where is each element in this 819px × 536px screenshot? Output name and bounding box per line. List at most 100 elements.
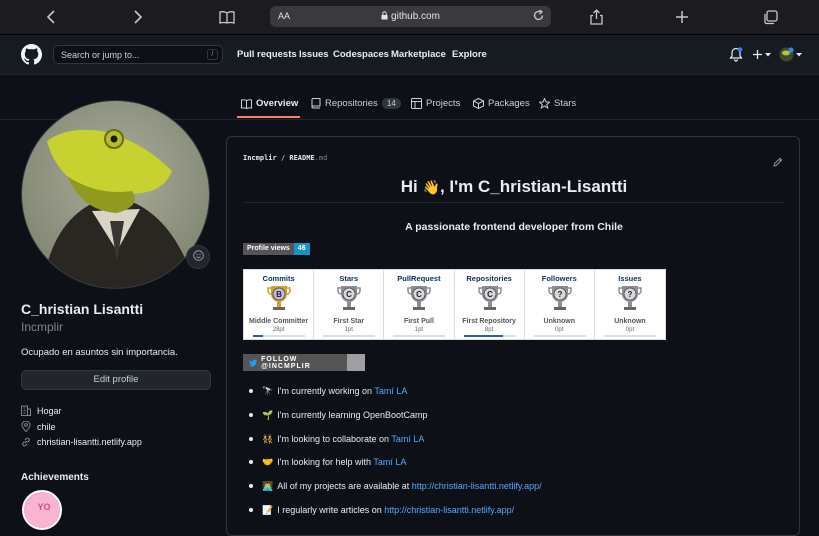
reload-icon[interactable] (532, 9, 545, 25)
bullet-emoji-icon: 📝 (262, 504, 274, 515)
trophy-rank: C (416, 290, 422, 299)
trophy-title: PullRequest (397, 274, 441, 283)
trophy-name: First Repository (462, 318, 516, 325)
new-tab-icon[interactable] (670, 6, 694, 28)
profile-location: chile (21, 421, 56, 432)
trophy-progress (253, 335, 305, 337)
readme-path: Incmplir / README.md (243, 154, 327, 162)
trophy-points: 1pt (344, 327, 353, 333)
trophy-title: Followers (541, 274, 577, 283)
trophy-name: Middle Committer (249, 318, 309, 325)
svg-text:YO: YO (37, 502, 50, 512)
tab-repositories[interactable]: Repositories 14 (311, 98, 401, 109)
package-icon (473, 98, 484, 109)
bullet-text: I'm currently learning OpenBootCamp (277, 409, 428, 420)
tabs-overview-icon[interactable] (758, 6, 782, 28)
list-item: 📝 I regularly write articles on http://ch… (249, 505, 789, 529)
table-icon (411, 98, 422, 109)
heading-greeting: Hi (400, 177, 423, 196)
list-item: 👯 I'm looking to collaborate on Tamí LA (249, 434, 789, 458)
profile-website[interactable]: christian-lisantti.netlify.app (21, 437, 142, 447)
back-icon[interactable] (39, 6, 63, 28)
tab-projects[interactable]: Projects (411, 98, 460, 109)
reader-aa[interactable]: AA (278, 11, 290, 21)
tab-repositories-label: Repositories (325, 98, 378, 109)
repo-icon (311, 98, 321, 109)
bullet-link[interactable]: http://christian-lisantti.netlify.app/ (384, 505, 514, 515)
bullet-emoji-icon: 👯 (262, 433, 274, 444)
github-trophies: Commits B Middle Committer 28pt Stars C First … (243, 269, 666, 340)
profile-views-count: 46 (293, 243, 310, 255)
path-separator: / (280, 154, 286, 162)
tab-packages[interactable]: Packages (473, 98, 530, 109)
readme-owner[interactable]: Incmplir (243, 154, 277, 162)
forward-icon[interactable] (126, 6, 150, 28)
trophy-progress (323, 335, 376, 337)
profile-username: Incmplir (21, 320, 64, 334)
browser-toolbar: AA github.com (0, 0, 819, 35)
trophy-progress (393, 335, 446, 337)
profile-avatar[interactable] (21, 100, 210, 289)
website-link[interactable]: christian-lisantti.netlify.app (37, 437, 142, 447)
create-new-icon[interactable] (752, 49, 771, 60)
wave-icon: 👋 (422, 179, 440, 195)
trophy-points: 8pt (484, 327, 494, 333)
readme-subtitle: A passionate frontend developer from Chi… (405, 221, 623, 233)
notifications-icon[interactable] (729, 47, 743, 67)
tab-packages-label: Packages (488, 98, 530, 109)
nav-marketplace[interactable]: Marketplace (391, 49, 446, 60)
trophy-pullrequest: PullRequest C First Pull 1pt (384, 270, 455, 339)
share-icon[interactable] (584, 6, 608, 28)
bullet-link[interactable]: Tamí LA (373, 457, 406, 467)
smiley-icon (192, 250, 204, 264)
trophy-followers: Followers? Unknown 0pt (525, 270, 595, 339)
link-icon (22, 437, 30, 447)
bullet-link[interactable]: Tamí LA (391, 434, 424, 444)
set-status-button[interactable] (186, 245, 210, 269)
slash-shortcut: / (207, 49, 218, 60)
star-icon (539, 98, 550, 109)
edit-profile-button[interactable]: Edit profile (21, 370, 211, 390)
profile-name: C_hristian Lisantti (21, 301, 144, 317)
tab-projects-label: Projects (426, 98, 461, 109)
trophy-cup-icon: ? (547, 286, 572, 310)
location-icon (21, 421, 31, 432)
tab-stars[interactable]: Stars (539, 98, 576, 109)
edit-readme-icon[interactable] (773, 154, 783, 172)
trophy-issues: Issues? Unknown 0pt (595, 270, 665, 339)
achievement-badge-yolo[interactable]: YO (22, 490, 62, 530)
list-item: 🔭 I'm currently working on Tamí LA (249, 386, 789, 410)
bullet-emoji-icon: 🤝 (262, 457, 274, 468)
trophy-points: 0pt (555, 327, 564, 333)
search-input[interactable]: Search or jump to... / (53, 45, 223, 64)
nav-pull-requests[interactable]: Pull requests (237, 49, 297, 60)
trophy-rank: B (276, 290, 282, 299)
trophy-points: 28pt (272, 327, 285, 333)
github-logo-icon[interactable] (21, 44, 42, 70)
achievements-title: Achievements (21, 472, 89, 483)
trophy-progress (533, 335, 586, 337)
trophy-title: Repositories (466, 274, 512, 283)
bullet-link[interactable]: Tamí LA (374, 386, 407, 396)
list-item: 🤝 I'm looking for help with Tamí LA (249, 457, 789, 481)
trophy-rank: ? (627, 290, 632, 299)
trophy-points: 1pt (414, 327, 424, 333)
nav-explore[interactable]: Explore (452, 49, 487, 60)
location-label: chile (37, 421, 56, 432)
tab-overview[interactable]: Overview (241, 98, 298, 109)
book-icon[interactable] (215, 6, 239, 28)
repositories-count: 14 (381, 98, 401, 109)
twitter-follow-badge[interactable]: FOLLOW @INCMPLIR (243, 354, 365, 371)
github-header: Search or jump to... / Pull requests Iss… (0, 35, 819, 75)
profile-readme: Incmplir / README.md Hi 👋, I'm C_hristia… (226, 136, 800, 536)
bullet-emoji-icon: 👨‍💻 (262, 481, 274, 492)
profile-company: Hogar (21, 405, 62, 416)
nav-codespaces[interactable]: Codespaces (333, 49, 389, 60)
user-menu-avatar[interactable] (779, 47, 802, 62)
address-bar[interactable]: AA github.com (270, 6, 551, 27)
bullet-text: I regularly write articles on http://chr… (277, 504, 515, 515)
search-placeholder: Search or jump to... (61, 50, 140, 60)
trophy-name: First Pull (403, 318, 434, 325)
bullet-link[interactable]: http://christian-lisantti.netlify.app/ (412, 481, 542, 491)
nav-issues[interactable]: Issues (299, 49, 329, 60)
